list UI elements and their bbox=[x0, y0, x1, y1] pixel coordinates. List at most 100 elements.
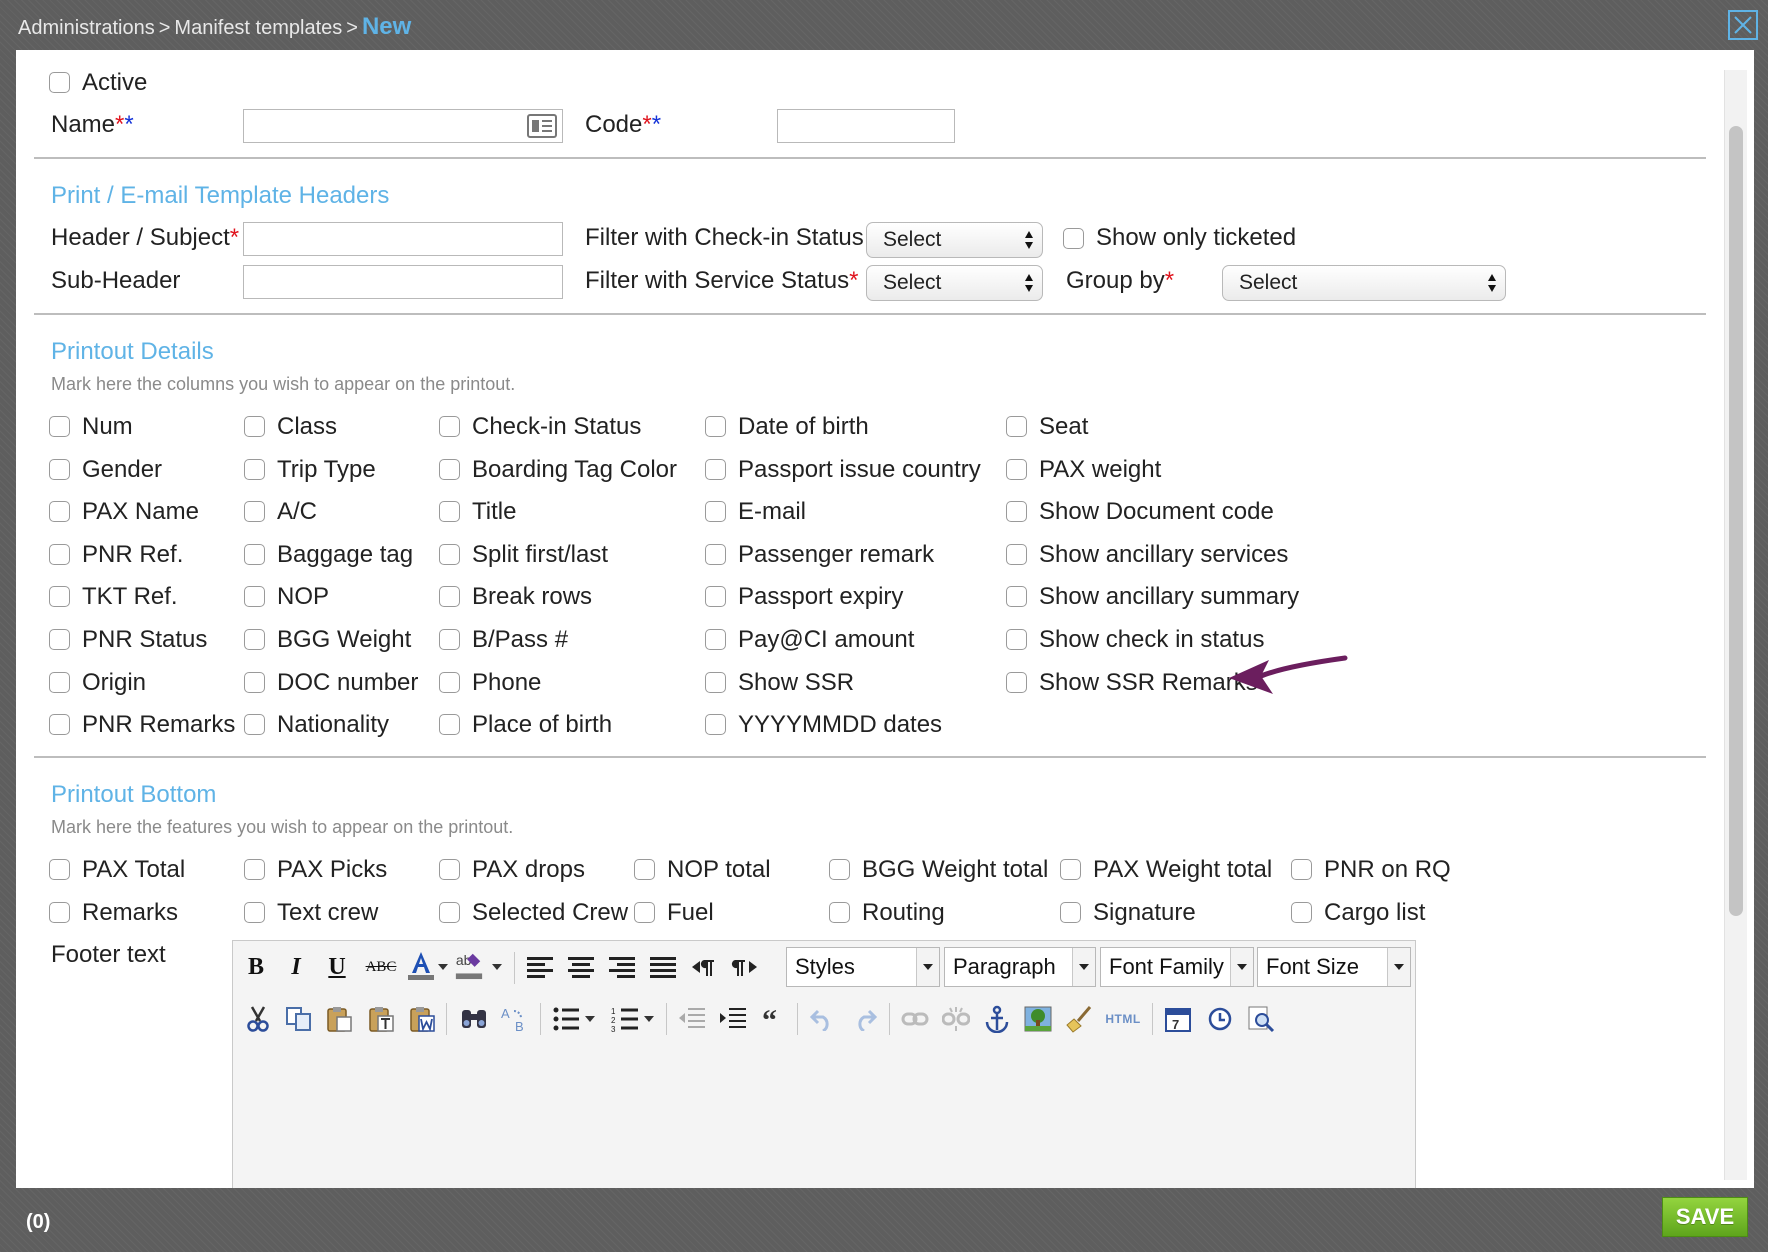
close-button[interactable] bbox=[1728, 10, 1758, 40]
font-size-dropdown[interactable]: Font Size bbox=[1257, 947, 1411, 987]
scrollbar[interactable] bbox=[1724, 70, 1747, 1180]
align-right-icon[interactable] bbox=[607, 952, 637, 982]
unlink-icon[interactable] bbox=[941, 1004, 971, 1034]
cleanup-icon[interactable] bbox=[1064, 1004, 1094, 1034]
redo-icon[interactable] bbox=[849, 1004, 879, 1034]
bgg-weight-total-checkbox[interactable] bbox=[829, 859, 850, 880]
phone-checkbox[interactable] bbox=[439, 672, 460, 693]
pnr-remarks-checkbox[interactable] bbox=[49, 714, 70, 735]
chevron-down-icon[interactable] bbox=[436, 952, 450, 982]
styles-dropdown[interactable]: Styles bbox=[786, 947, 940, 987]
numbered-list-icon[interactable]: 123 bbox=[610, 1004, 640, 1034]
breadcrumb-item-manifest-templates[interactable]: Manifest templates bbox=[174, 17, 342, 39]
chevron-down-icon[interactable] bbox=[642, 1004, 656, 1034]
rtl-icon[interactable] bbox=[730, 952, 760, 982]
text-color-icon[interactable] bbox=[406, 950, 436, 980]
contact-card-icon[interactable] bbox=[527, 114, 557, 143]
find-icon[interactable] bbox=[459, 1004, 489, 1034]
link-icon[interactable] bbox=[900, 1004, 930, 1034]
breadcrumb-item-administrations[interactable]: Administrations bbox=[18, 17, 155, 39]
yyyymmdd-dates-checkbox[interactable] bbox=[705, 714, 726, 735]
code-input[interactable] bbox=[778, 110, 954, 142]
boarding-tag-color-checkbox[interactable] bbox=[439, 459, 460, 480]
image-icon[interactable] bbox=[1023, 1004, 1053, 1034]
outdent-icon[interactable] bbox=[677, 1004, 707, 1034]
gender-checkbox[interactable] bbox=[49, 459, 70, 480]
underline-icon[interactable]: U bbox=[322, 952, 352, 982]
insert-time-icon[interactable] bbox=[1205, 1004, 1235, 1034]
name-field[interactable] bbox=[243, 109, 563, 143]
selected-crew-checkbox[interactable] bbox=[439, 902, 460, 923]
paste-word-icon[interactable] bbox=[407, 1004, 437, 1034]
indent-icon[interactable] bbox=[718, 1004, 748, 1034]
html-source-icon[interactable]: HTML bbox=[1104, 1004, 1142, 1034]
header-subject-input[interactable] bbox=[244, 223, 562, 255]
routing-checkbox[interactable] bbox=[829, 902, 850, 923]
cargo-list-checkbox[interactable] bbox=[1291, 902, 1312, 923]
active-checkbox[interactable] bbox=[49, 72, 70, 93]
show-only-ticketed-checkbox[interactable] bbox=[1063, 228, 1084, 249]
nationality-checkbox[interactable] bbox=[244, 714, 265, 735]
highlight-color-icon[interactable]: ab bbox=[454, 950, 484, 980]
pax-weight-checkbox[interactable] bbox=[1006, 459, 1027, 480]
pax-drops-checkbox[interactable] bbox=[439, 859, 460, 880]
remarks-checkbox[interactable] bbox=[49, 902, 70, 923]
bullet-list-icon[interactable] bbox=[551, 1004, 581, 1034]
insert-date-icon[interactable]: 7 bbox=[1163, 1004, 1193, 1034]
break-rows-checkbox[interactable] bbox=[439, 586, 460, 607]
preview-icon[interactable] bbox=[1246, 1004, 1276, 1034]
copy-icon[interactable] bbox=[284, 1004, 314, 1034]
a-c-checkbox[interactable] bbox=[244, 501, 265, 522]
origin-checkbox[interactable] bbox=[49, 672, 70, 693]
tkt-ref-checkbox[interactable] bbox=[49, 586, 70, 607]
show-check-in-status-checkbox[interactable] bbox=[1006, 629, 1027, 650]
e-mail-checkbox[interactable] bbox=[705, 501, 726, 522]
scrollbar-thumb[interactable] bbox=[1729, 126, 1743, 916]
footer-text-editor[interactable]: B I U ABC ab Styles Paragraph Font Famil… bbox=[232, 940, 1416, 1188]
b-pass-checkbox[interactable] bbox=[439, 629, 460, 650]
check-in-status-checkbox[interactable] bbox=[439, 416, 460, 437]
cut-icon[interactable] bbox=[243, 1004, 273, 1034]
signature-checkbox[interactable] bbox=[1060, 902, 1081, 923]
show-ancillary-services-checkbox[interactable] bbox=[1006, 544, 1027, 565]
text-crew-checkbox[interactable] bbox=[244, 902, 265, 923]
anchor-icon[interactable] bbox=[982, 1004, 1012, 1034]
filter-service-select[interactable]: Select bbox=[866, 265, 1043, 301]
seat-checkbox[interactable] bbox=[1006, 416, 1027, 437]
sub-header-input[interactable] bbox=[244, 266, 562, 298]
pnr-status-checkbox[interactable] bbox=[49, 629, 70, 650]
nop-checkbox[interactable] bbox=[244, 586, 265, 607]
show-ssr-checkbox[interactable] bbox=[705, 672, 726, 693]
title-checkbox[interactable] bbox=[439, 501, 460, 522]
filter-checkin-select[interactable]: Select bbox=[866, 222, 1043, 258]
bold-icon[interactable]: B bbox=[241, 952, 271, 982]
passport-issue-country-checkbox[interactable] bbox=[705, 459, 726, 480]
pax-name-checkbox[interactable] bbox=[49, 501, 70, 522]
sub-header-field[interactable] bbox=[243, 265, 563, 299]
fuel-checkbox[interactable] bbox=[634, 902, 655, 923]
replace-icon[interactable]: AB bbox=[500, 1004, 530, 1034]
header-subject-field[interactable] bbox=[243, 222, 563, 256]
chevron-down-icon[interactable] bbox=[490, 952, 504, 982]
doc-number-checkbox[interactable] bbox=[244, 672, 265, 693]
undo-icon[interactable] bbox=[808, 1004, 838, 1034]
group-by-select[interactable]: Select bbox=[1222, 265, 1506, 301]
align-left-icon[interactable] bbox=[525, 952, 555, 982]
nop-total-checkbox[interactable] bbox=[634, 859, 655, 880]
chevron-down-icon[interactable] bbox=[583, 1004, 597, 1034]
strikethrough-icon[interactable]: ABC bbox=[364, 952, 398, 982]
place-of-birth-checkbox[interactable] bbox=[439, 714, 460, 735]
pay-ci-amount-checkbox[interactable] bbox=[705, 629, 726, 650]
align-center-icon[interactable] bbox=[566, 952, 596, 982]
bgg-weight-checkbox[interactable] bbox=[244, 629, 265, 650]
paragraph-dropdown[interactable]: Paragraph bbox=[944, 947, 1096, 987]
align-justify-icon[interactable] bbox=[648, 952, 678, 982]
code-field[interactable] bbox=[777, 109, 955, 143]
trip-type-checkbox[interactable] bbox=[244, 459, 265, 480]
pnr-ref-checkbox[interactable] bbox=[49, 544, 70, 565]
baggage-tag-checkbox[interactable] bbox=[244, 544, 265, 565]
paste-icon[interactable] bbox=[324, 1004, 354, 1034]
class-checkbox[interactable] bbox=[244, 416, 265, 437]
show-ancillary-summary-checkbox[interactable] bbox=[1006, 586, 1027, 607]
num-checkbox[interactable] bbox=[49, 416, 70, 437]
